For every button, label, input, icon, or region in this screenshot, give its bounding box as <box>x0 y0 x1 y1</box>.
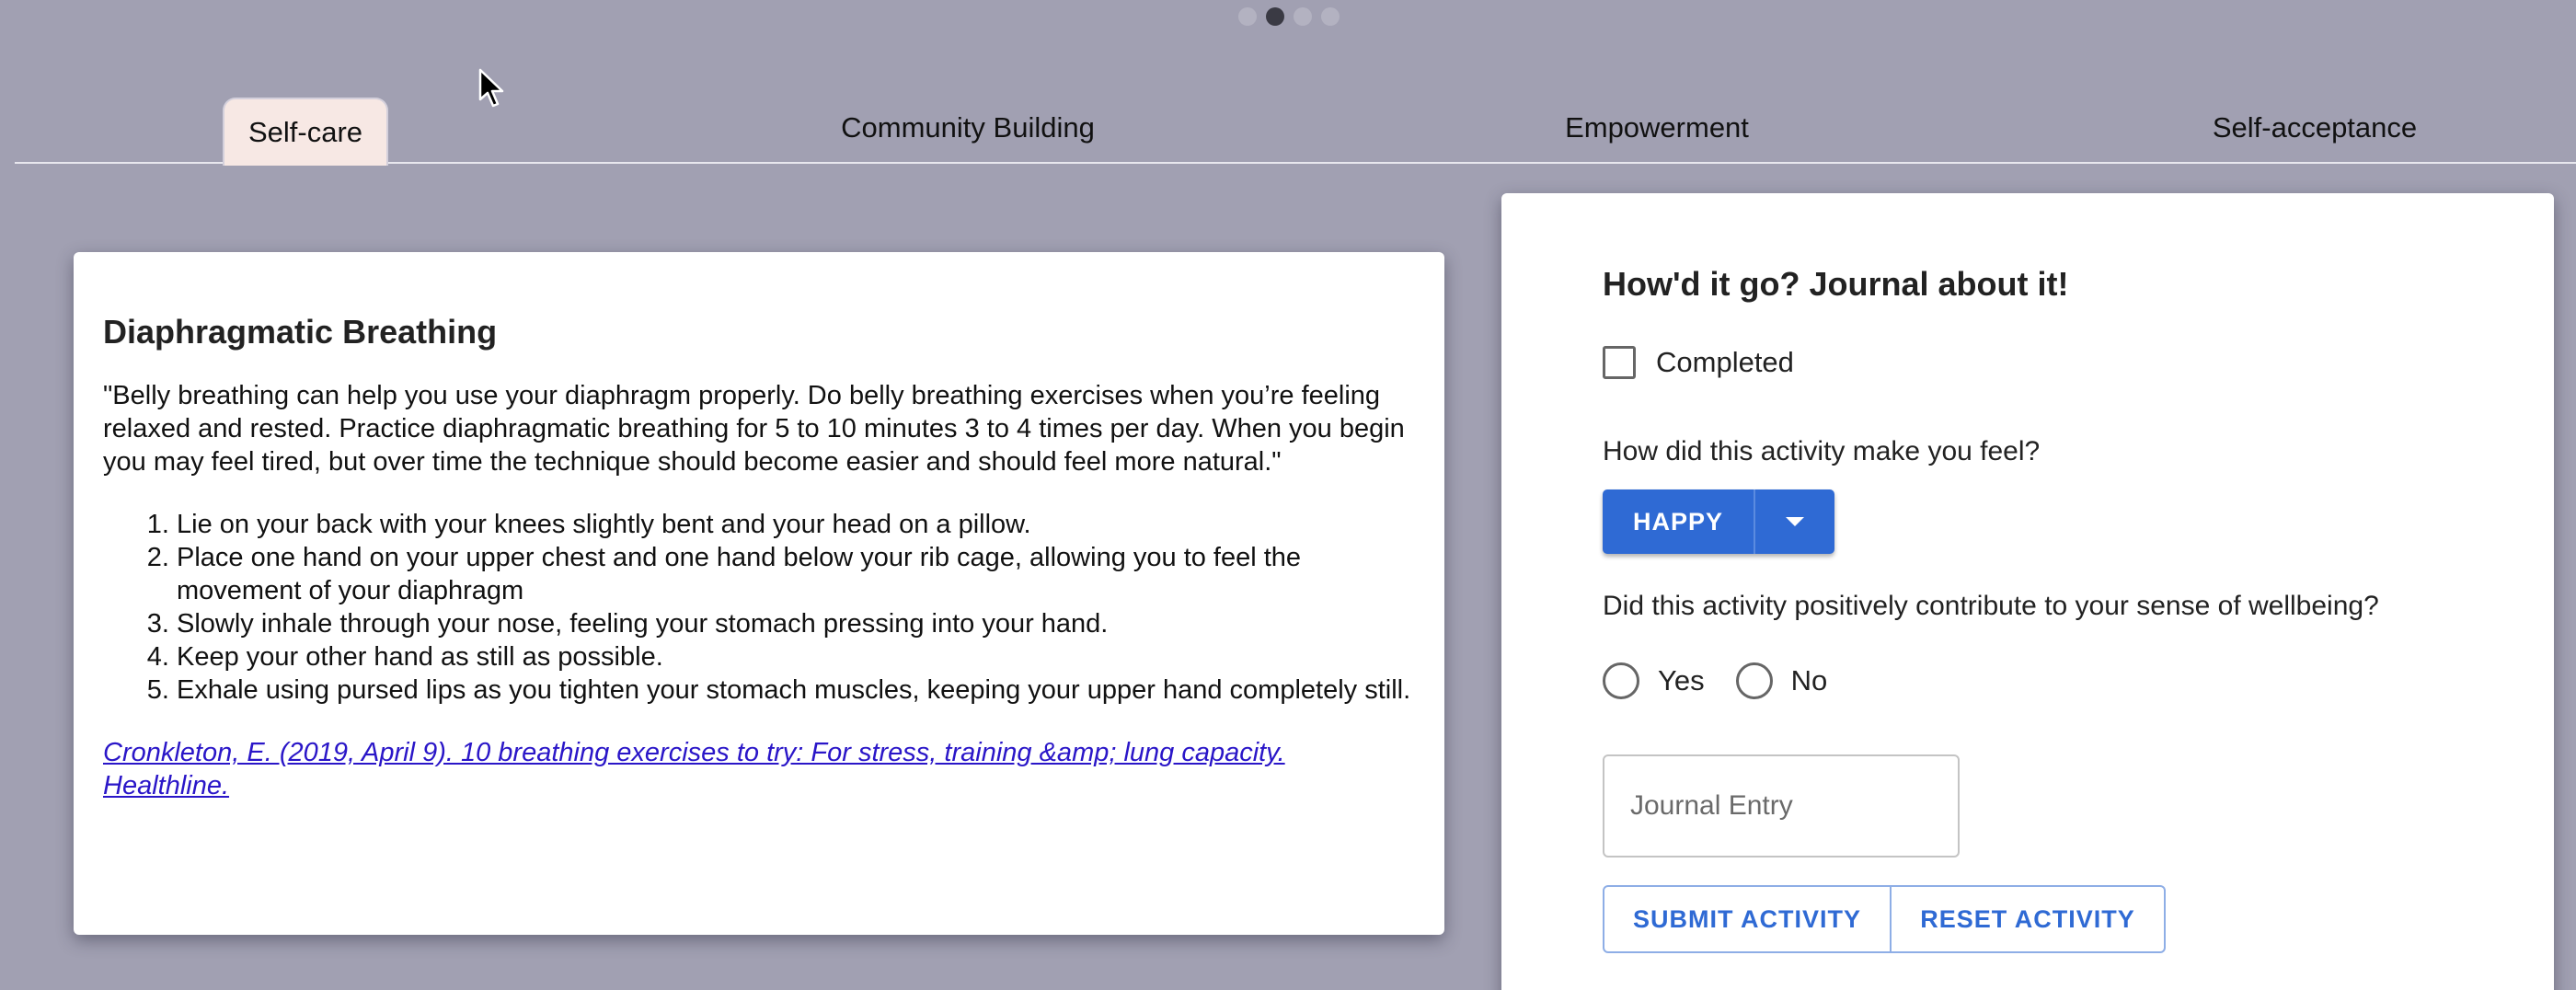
radio-no[interactable] <box>1735 662 1773 699</box>
citation-link[interactable]: Cronkleton, E. (2019, April 9). 10 breat… <box>103 736 1413 802</box>
carousel-dots <box>1238 7 1340 26</box>
tab-self-care[interactable]: Self-care <box>223 98 388 166</box>
completed-checkbox[interactable] <box>1603 346 1636 379</box>
carousel-dot-3[interactable] <box>1294 7 1312 26</box>
step-item: Exhale using pursed lips as you tighten … <box>177 673 1413 707</box>
completed-checkbox-row[interactable]: Completed <box>1603 346 2554 379</box>
radio-yes-option[interactable]: Yes <box>1603 662 1705 699</box>
feel-question: How did this activity make you feel? <box>1603 436 2041 466</box>
reset-activity-button[interactable]: RESET ACTIVITY <box>1892 885 2166 953</box>
page: Self-care Community Building Empowerment… <box>0 0 2576 990</box>
activity-description: "Belly breathing can help you use your d… <box>103 381 1405 477</box>
tab-community-building[interactable]: Community Building <box>802 92 1133 164</box>
radio-no-label: No <box>1790 664 1828 696</box>
radio-yes-label: Yes <box>1658 664 1705 696</box>
carousel-dot-1[interactable] <box>1238 7 1257 26</box>
activity-title: Diaphragmatic Breathing <box>103 313 498 351</box>
feeling-select: HAPPY <box>1603 489 1834 554</box>
carousel-dot-2[interactable] <box>1266 7 1284 26</box>
feeling-dropdown-button[interactable] <box>1755 489 1834 554</box>
tab-empowerment[interactable]: Empowerment <box>1505 92 1809 164</box>
wellbeing-radio-group: Yes No <box>1603 662 2554 699</box>
journal-card: How'd it go? Journal about it! Completed… <box>1501 193 2554 990</box>
activity-button-group: SUBMIT ACTIVITY RESET ACTIVITY <box>1603 885 2554 953</box>
journal-entry-input[interactable] <box>1603 754 1960 858</box>
feeling-selected-button[interactable]: HAPPY <box>1603 489 1755 554</box>
tab-self-acceptance[interactable]: Self-acceptance <box>2158 92 2471 164</box>
activity-steps: Lie on your back with your knees slightl… <box>103 508 1413 707</box>
activity-card: Diaphragmatic Breathing "Belly breathing… <box>74 252 1444 935</box>
step-item: Place one hand on your upper chest and o… <box>177 541 1413 607</box>
journal-heading: How'd it go? Journal about it! <box>1603 265 2069 303</box>
tab-bar: Self-care Community Building Empowerment… <box>15 92 2576 166</box>
radio-no-option[interactable]: No <box>1735 662 1828 699</box>
submit-activity-button[interactable]: SUBMIT ACTIVITY <box>1603 885 1892 953</box>
caret-down-icon <box>1786 517 1804 526</box>
radio-yes[interactable] <box>1603 662 1639 699</box>
carousel-dot-4[interactable] <box>1321 7 1340 26</box>
step-item: Keep your other hand as still as possibl… <box>177 640 1413 673</box>
completed-label: Completed <box>1656 346 1794 378</box>
step-item: Slowly inhale through your nose, feeling… <box>177 607 1413 640</box>
wellbeing-question: Did this activity positively contribute … <box>1603 591 2379 621</box>
step-item: Lie on your back with your knees slightl… <box>177 508 1413 541</box>
